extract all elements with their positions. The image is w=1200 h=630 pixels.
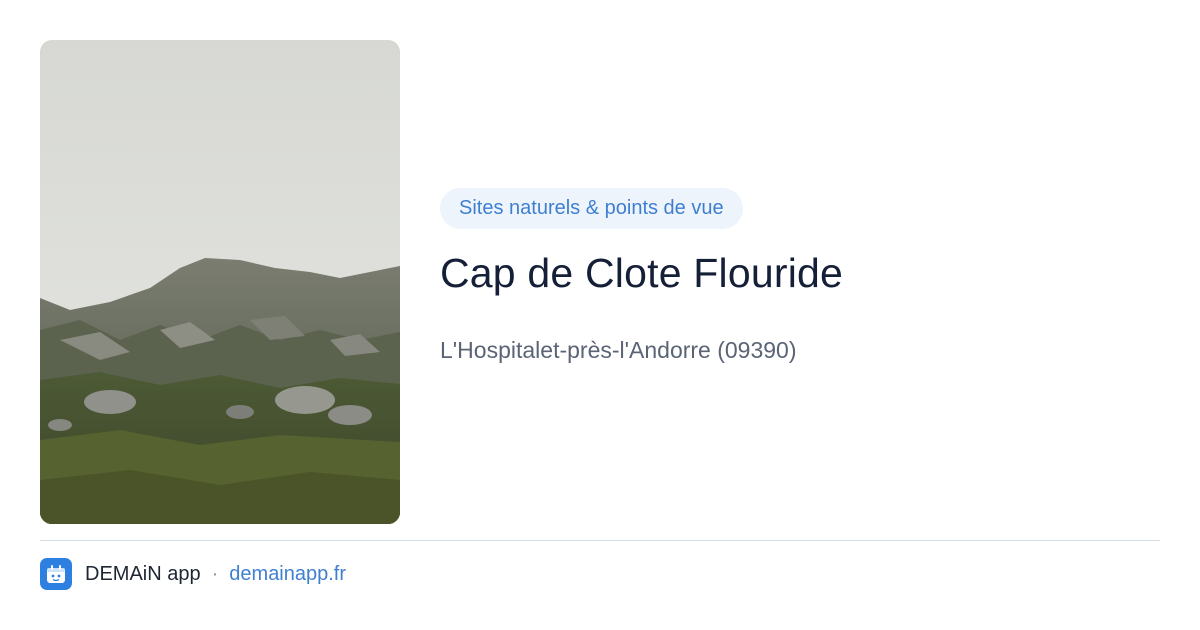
- footer-divider: [40, 540, 1160, 541]
- place-info: Sites naturels & points de vue Cap de Cl…: [440, 188, 1160, 365]
- app-name: DEMAiN app: [85, 562, 201, 585]
- place-location: L'Hospitalet-près-l'Andorre (09390): [440, 337, 797, 363]
- footer: DEMAiN app · demainapp.fr: [40, 558, 346, 590]
- place-photo[interactable]: [40, 40, 400, 524]
- site-domain-link[interactable]: demainapp.fr: [229, 563, 346, 586]
- preview-card[interactable]: Sites naturels & points de vue Cap de Cl…: [0, 0, 1200, 630]
- footer-separator: ·: [211, 562, 219, 585]
- app-logo-icon: [40, 558, 72, 590]
- place-title[interactable]: Cap de Clote Flouride: [440, 247, 1160, 299]
- mountain-photo-image: [40, 40, 400, 524]
- category-tag[interactable]: Sites naturels & points de vue: [440, 188, 743, 229]
